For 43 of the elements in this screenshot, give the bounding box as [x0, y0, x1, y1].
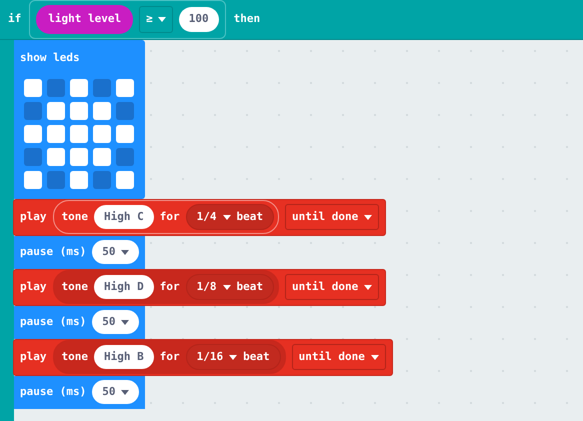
beat-label: beat: [243, 348, 270, 365]
block-label: for: [160, 208, 180, 225]
value-dropdown[interactable]: 50: [92, 310, 140, 334]
value-field[interactable]: 100: [178, 7, 219, 32]
beat-label: 1/8: [196, 278, 216, 295]
mode-label: until done: [298, 348, 365, 365]
beat-label: beat: [236, 208, 263, 225]
mode-dropdown[interactable]: until done: [292, 344, 386, 370]
keyword-label: if: [8, 11, 22, 28]
mode-dropdown[interactable]: until done: [285, 274, 380, 300]
operator-dropdown[interactable]: ≥: [139, 6, 173, 33]
block-label: pause (ms): [20, 244, 86, 260]
block-label: play: [20, 208, 46, 225]
block-label: for: [160, 348, 180, 365]
beat-label: beat: [236, 278, 263, 295]
beat-label: 1/16: [196, 348, 224, 365]
beat-dropdown[interactable]: 1/16 beat: [186, 344, 281, 370]
note-field[interactable]: High B: [94, 344, 154, 370]
block-label: pause (ms): [20, 314, 86, 330]
value-dropdown[interactable]: 50: [92, 240, 140, 264]
beat-dropdown[interactable]: 1/4 beat: [186, 204, 274, 230]
block-label: tone: [62, 348, 88, 365]
keyword-label: then: [234, 11, 260, 28]
mode-dropdown[interactable]: until done: [285, 204, 380, 230]
beat-label: 1/4: [196, 208, 216, 225]
operator-label: ≥: [146, 11, 153, 28]
note-field[interactable]: High C: [94, 204, 154, 230]
value-label: 50: [102, 314, 116, 330]
sensor-block[interactable]: light level: [36, 5, 134, 34]
mode-label: until done: [292, 278, 358, 295]
block-label: show leds: [20, 50, 81, 66]
mode-label: until done: [292, 208, 358, 225]
block-label: tone: [62, 208, 88, 225]
value-label: 50: [102, 384, 116, 400]
value-label: 50: [102, 244, 116, 260]
note-field[interactable]: High D: [94, 274, 154, 300]
block-label: pause (ms): [20, 384, 86, 400]
beat-dropdown[interactable]: 1/8 beat: [186, 274, 274, 300]
block-label: play: [20, 348, 46, 365]
value-dropdown[interactable]: 50: [92, 380, 140, 404]
block-label: for: [160, 278, 180, 295]
block-label: play: [20, 278, 46, 295]
block-label: tone: [62, 278, 88, 295]
